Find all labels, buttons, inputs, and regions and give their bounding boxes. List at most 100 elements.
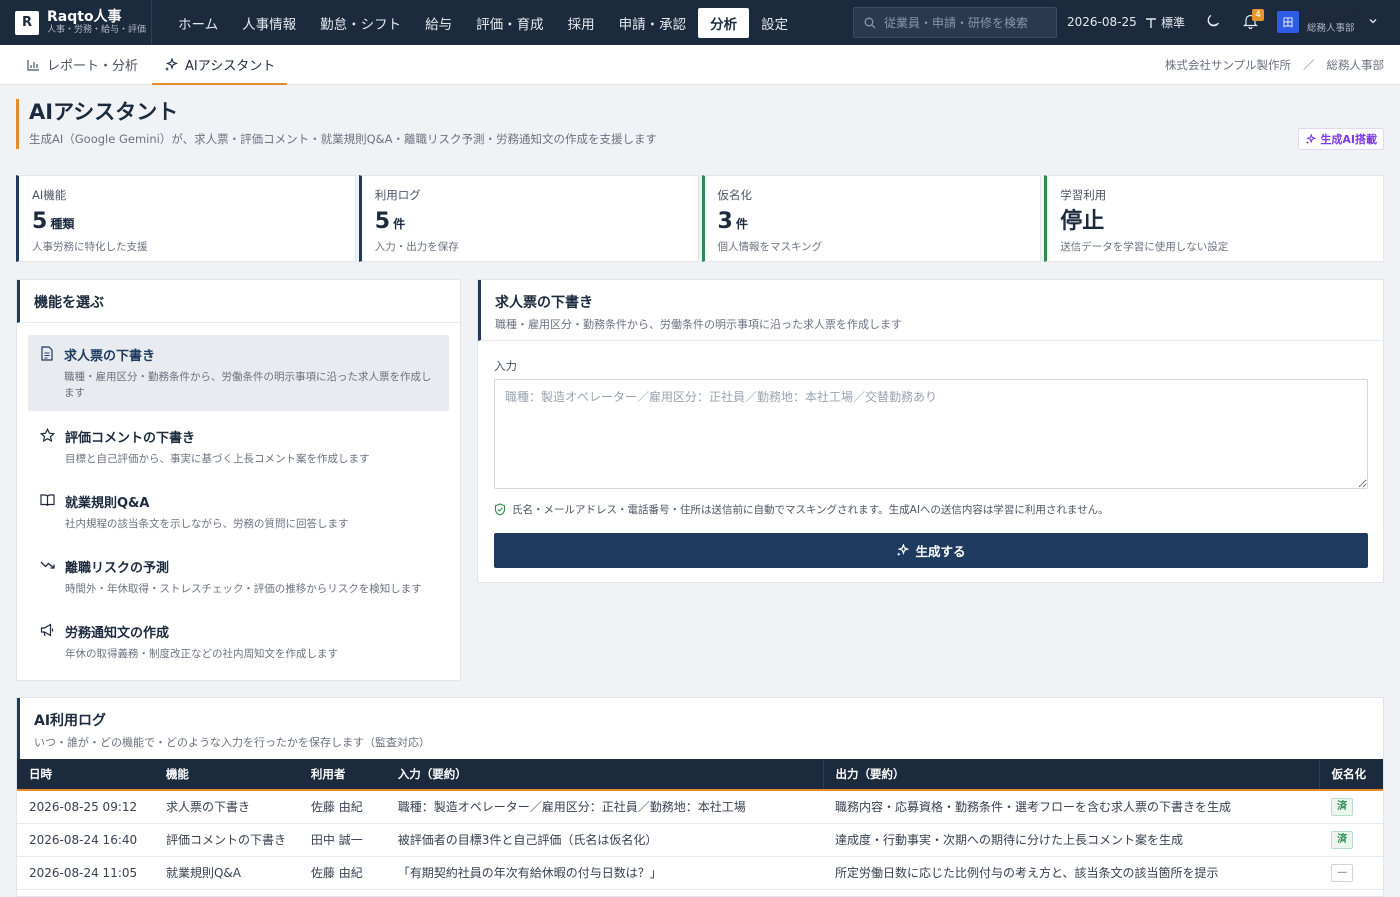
stat-note: 入力・出力を保存 — [374, 241, 459, 253]
col-output[interactable]: 出力（要約） — [822, 759, 1320, 790]
cell-feature: 求人票の下書き — [153, 790, 299, 824]
page-title: AIアシスタント — [29, 100, 179, 124]
masked-badge: — — [1331, 863, 1354, 882]
feature-desc: 年休の取得義務・制度改正などの社内周知文を作成します — [65, 648, 338, 660]
table-row[interactable]: 2026-08-24 16:40 評価コメントの下書き 田中 誠一 被評価者の目… — [17, 823, 1383, 857]
top-bar: R Raqto人事 人事・労務・給与・評価 ホーム 人事情報 勤怠・シフト 給与 評価・… — [0, 0, 1400, 45]
text-size-icon — [1146, 17, 1156, 28]
ai-badge-label: 生成AI搭載 — [1320, 133, 1377, 146]
bar-chart-icon — [27, 59, 39, 71]
feature-item-job-posting[interactable]: 求人票の下書き 職種・雇用区分・勤務条件から、労働条件の明示事項に沿った求人票を作… — [28, 335, 449, 411]
feature-desc: 目標と自己評価から、事実に基づく上長コメント案を作成します — [65, 453, 370, 465]
tab-ai-assistant-label: AIアシスタント — [185, 59, 276, 74]
table-row[interactable]: 2026-08-25 09:12 求人票の下書き 佐藤 由紀 職種：製造オペレー… — [17, 790, 1383, 824]
feature-panel-header: 機能を選ぶ — [17, 280, 460, 323]
stat-value: 停止 — [1060, 209, 1105, 234]
usage-log-panel: AI利用ログ いつ・誰が・どの機能で・どのような入力を行ったかを保存します（監査… — [16, 697, 1384, 897]
stat-card-usage-log: 利用ログ 5件 入力・出力を保存 — [358, 175, 699, 262]
nav-item-4[interactable]: 評価・育成 — [464, 8, 556, 38]
search-input[interactable] — [884, 15, 1044, 30]
sparkle-icon — [897, 544, 910, 557]
tab-reports[interactable]: レポート・分析 — [15, 45, 150, 85]
stat-value: 3 — [717, 209, 733, 234]
stat-card-training-use: 学習利用 停止 送信データを学習に使用しない設定 — [1044, 175, 1384, 262]
input-label: 入力 — [494, 359, 517, 373]
brand[interactable]: R Raqto人事 人事・労務・給与・評価 — [0, 0, 152, 45]
cell-datetime: 2026-08-24 16:40 — [17, 823, 154, 857]
table-row[interactable]: 2026-08-24 11:05 就業規則Q&A 佐藤 由紀 「有期契約社員の年… — [17, 856, 1383, 890]
stat-note: 送信データを学習に使用しない設定 — [1060, 241, 1229, 253]
feature-name: 評価コメントの下書き — [65, 431, 196, 446]
cell-input: 被評価者の目標3件と自己評価（氏名は仮名化） — [385, 823, 824, 857]
ai-badge: 生成AI搭載 — [1298, 128, 1384, 150]
feature-item-attrition-risk[interactable]: 離職リスクの予測時間外・年休取得・ストレスチェック・評価の推移からリスクを検知し… — [28, 547, 449, 607]
col-feature[interactable]: 機能 — [153, 759, 299, 790]
chevron-down-icon[interactable] — [1368, 16, 1378, 26]
stat-card-pseudonymization: 仮名化 3件 個人情報をマスキング — [701, 175, 1042, 262]
cell-user: 佐藤 由紀 — [298, 790, 386, 824]
cell-input: 職種：製造オペレーター／雇用区分：正社員／勤務地：本社工場 — [385, 790, 824, 824]
nav-item-3[interactable]: 給与 — [413, 8, 464, 38]
masked-badge: 済 — [1331, 830, 1354, 849]
feature-desc: 職種・雇用区分・勤務条件から、労働条件の明示事項に沿った求人票を作成します — [64, 371, 432, 399]
feature-panel: 機能を選ぶ 求人票の下書き 職種・雇用区分・勤務条件から、労働条件の明示事項に沿っ… — [16, 279, 461, 681]
nav-item-8[interactable]: 設定 — [749, 8, 800, 38]
breadcrumb-dept[interactable]: 総務人事部 — [1327, 57, 1385, 73]
cell-masked: 済 — [1319, 790, 1383, 824]
app-tagline: 人事・労務・給与・評価 — [47, 24, 147, 35]
stats-row: AI機能 5 種類 人事労務に特化した支援 利用ログ 5件 入力・出力を保存 仮名… — [16, 175, 1384, 262]
feature-desc: 時間外・年休取得・ストレスチェック・評価の推移からリスクを検知します — [65, 583, 422, 595]
feature-item-rules-qa[interactable]: 就業規則Q&A 社内規程の該当条文を示しながら、労務の質問に回答します — [28, 482, 449, 542]
stat-label: 学習利用 — [1060, 188, 1107, 202]
nav-item-7[interactable]: 分析 — [698, 7, 750, 38]
avatar[interactable]: 田 — [1277, 11, 1299, 33]
cell-output: 達成度・行動事実・次期への期待に分けた上長コメント案を生成 — [823, 823, 1320, 857]
cell-masked: — — [1319, 856, 1383, 890]
feature-item-labor-notice[interactable]: 労務通知文の作成 年休の取得義務・制度改正などの社内周知文を作成します — [28, 612, 449, 672]
app-logo: R — [15, 10, 39, 35]
nav-item-1[interactable]: 人事情報 — [230, 8, 308, 38]
global-search[interactable] — [853, 7, 1057, 38]
stat-value: 5 — [374, 209, 391, 234]
app-name: Raqto人事 — [47, 8, 122, 25]
nav-item-5[interactable]: 採用 — [556, 8, 607, 38]
stat-unit: 件 — [735, 217, 748, 231]
cell-output: 職務内容・応募資格・勤務条件・選考フローを含む求人票の下書きを生成 — [823, 790, 1320, 824]
privacy-note-text: 氏名・メールアドレス・電話番号・住所は送信前に自動でマスキングされます。生成AI… — [512, 504, 1109, 516]
col-datetime[interactable]: 日時 — [17, 759, 154, 790]
stat-unit: 件 — [393, 217, 406, 231]
stat-label: AI機能 — [32, 188, 67, 202]
masked-badge: 済 — [1331, 797, 1354, 816]
breadcrumb-company[interactable]: 株式会社サンプル製作所 — [1165, 57, 1291, 73]
prompt-input[interactable] — [494, 379, 1368, 489]
book-icon — [40, 494, 55, 507]
page-description: 生成AI（Google Gemini）が、求人票・評価コメント・就業規則Q&A・… — [29, 132, 657, 146]
nav-item-6[interactable]: 申請・承認 — [607, 8, 699, 38]
search-icon — [864, 17, 876, 28]
notification-badge: 4 — [1252, 9, 1264, 21]
nav-item-2[interactable]: 勤怠・シフト — [308, 8, 413, 38]
generate-button[interactable]: 生成する — [494, 533, 1368, 568]
cell-user: 田中 誠一 — [298, 823, 386, 857]
col-input[interactable]: 入力（要約） — [385, 759, 824, 790]
editor-title: 求人票の下書き — [495, 295, 593, 311]
breadcrumb: 株式会社サンプル製作所 ／ 総務人事部 — [1165, 57, 1384, 73]
tab-ai-assistant[interactable]: AIアシスタント — [152, 45, 288, 85]
usage-log-header: AI利用ログ いつ・誰が・どの機能で・どのような入力を行ったかを保存します（監査… — [17, 698, 1383, 759]
tab-reports-label: レポート・分析 — [47, 59, 139, 74]
dark-mode-icon[interactable] — [1206, 14, 1220, 28]
document-icon — [41, 346, 53, 361]
user-menu[interactable]: 田中 誠一 総務人事部 — [1307, 9, 1361, 35]
feature-name: 離職リスクの予測 — [65, 561, 170, 576]
current-date: 2026-08-25 — [1067, 15, 1137, 29]
star-icon — [40, 428, 55, 443]
col-masked[interactable]: 仮名化 — [1318, 759, 1383, 790]
feature-item-eval-comment[interactable]: 評価コメントの下書き目標と自己評価から、事実に基づく上長コメント案を作成します — [28, 417, 449, 477]
trend-down-icon — [40, 561, 55, 569]
editor-panel: 求人票の下書き 職種・雇用区分・勤務条件から、労働条件の明示事項に沿った求人票を… — [477, 279, 1384, 583]
font-size-toggle[interactable]: 標準 — [1145, 14, 1185, 31]
col-user[interactable]: 利用者 — [298, 759, 386, 790]
stat-label: 仮名化 — [717, 188, 753, 202]
nav-item-0[interactable]: ホーム — [166, 8, 230, 38]
table-header-row: 日時 機能 利用者 入力（要約） 出力（要約） 仮名化 — [17, 759, 1383, 790]
